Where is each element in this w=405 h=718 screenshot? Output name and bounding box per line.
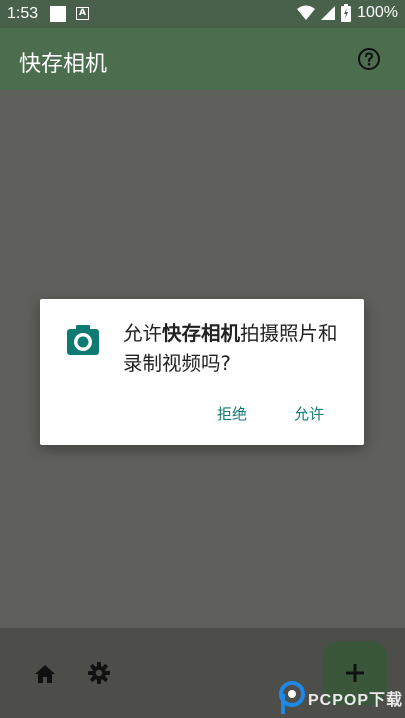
battery-icon xyxy=(341,4,352,22)
status-time: 1:53 xyxy=(7,5,39,22)
help-circle-icon[interactable] xyxy=(357,47,381,71)
app-name: 快存相机 xyxy=(162,322,241,345)
gear-icon[interactable] xyxy=(87,661,111,685)
camera-icon xyxy=(67,325,99,355)
message-prefix: 允许 xyxy=(123,322,163,345)
permission-dialog: 允许快存相机拍摄照片和录制视频吗? 拒绝 允许 xyxy=(40,299,364,445)
wifi-icon xyxy=(297,5,316,20)
signal-icon xyxy=(321,6,336,20)
home-icon[interactable] xyxy=(33,662,57,686)
deny-button[interactable]: 拒绝 xyxy=(217,403,247,424)
battery-percent: 100% xyxy=(357,4,398,21)
page-title: 快存相机 xyxy=(19,52,108,77)
watermark: PCPOP下载 xyxy=(278,680,403,716)
a-badge-icon: A xyxy=(76,7,89,20)
status-bar: 1:53 A 100% xyxy=(0,0,405,28)
allow-button[interactable]: 允许 xyxy=(294,403,324,424)
watermark-text: PCPOP下载 xyxy=(308,692,404,709)
notification-square-icon xyxy=(50,6,66,22)
permission-message: 允许快存相机拍摄照片和录制视频吗? xyxy=(123,319,355,379)
pcpop-logo-icon xyxy=(279,681,305,714)
